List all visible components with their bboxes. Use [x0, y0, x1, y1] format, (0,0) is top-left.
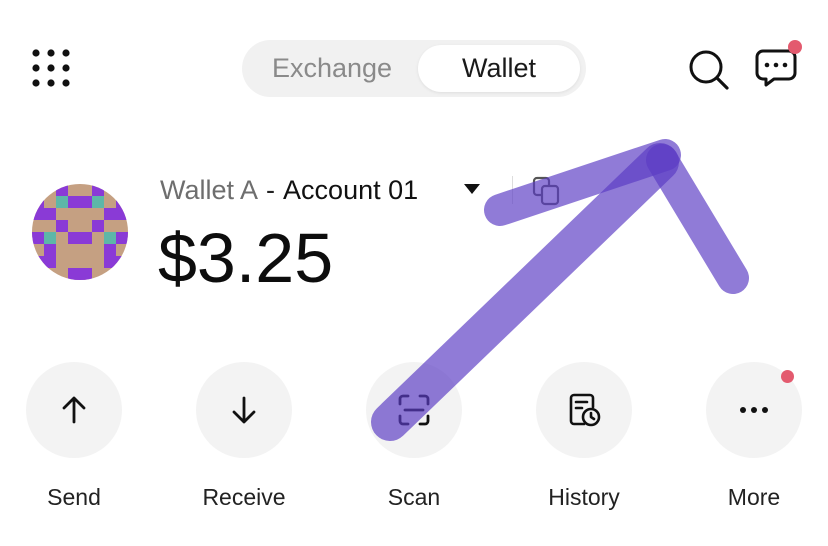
copy-icon [532, 176, 560, 206]
history-icon [569, 393, 601, 427]
grid-menu-icon [32, 49, 70, 87]
tab-wallet[interactable]: Wallet [418, 45, 580, 92]
account-selector[interactable]: Wallet A - Account 01 [160, 172, 418, 208]
chevron-down-icon [464, 184, 480, 194]
account-dropdown-button[interactable] [462, 182, 482, 196]
tab-exchange[interactable]: Exchange [248, 45, 416, 92]
history-label: History [548, 484, 620, 510]
more-icon [740, 407, 768, 413]
scan-label: Scan [387, 484, 441, 510]
search-button[interactable] [686, 47, 730, 91]
messages-notification-dot [788, 40, 802, 54]
avatar-pattern [32, 184, 128, 280]
more-label: More [727, 484, 781, 510]
divider [512, 176, 513, 204]
scan-button[interactable] [366, 362, 462, 458]
account-balance: $3.25 [158, 219, 334, 297]
avatar[interactable] [32, 184, 128, 280]
receive-label: Receive [202, 484, 286, 510]
wallet-name: Wallet A [160, 174, 259, 205]
grid-menu-button[interactable] [30, 47, 72, 89]
more-notification-dot [781, 370, 794, 383]
account-separator: - [266, 174, 276, 205]
history-button[interactable] [536, 362, 632, 458]
receive-button[interactable] [196, 362, 292, 458]
account-name: Account 01 [283, 174, 419, 205]
copy-address-button[interactable] [530, 175, 562, 207]
search-icon [689, 50, 729, 90]
arrow-up-icon [62, 396, 86, 424]
exchange-wallet-switch: Exchange Wallet [242, 40, 586, 97]
arrow-down-icon [232, 396, 256, 424]
send-button[interactable] [26, 362, 122, 458]
scan-icon [398, 394, 430, 426]
send-label: Send [47, 484, 101, 510]
